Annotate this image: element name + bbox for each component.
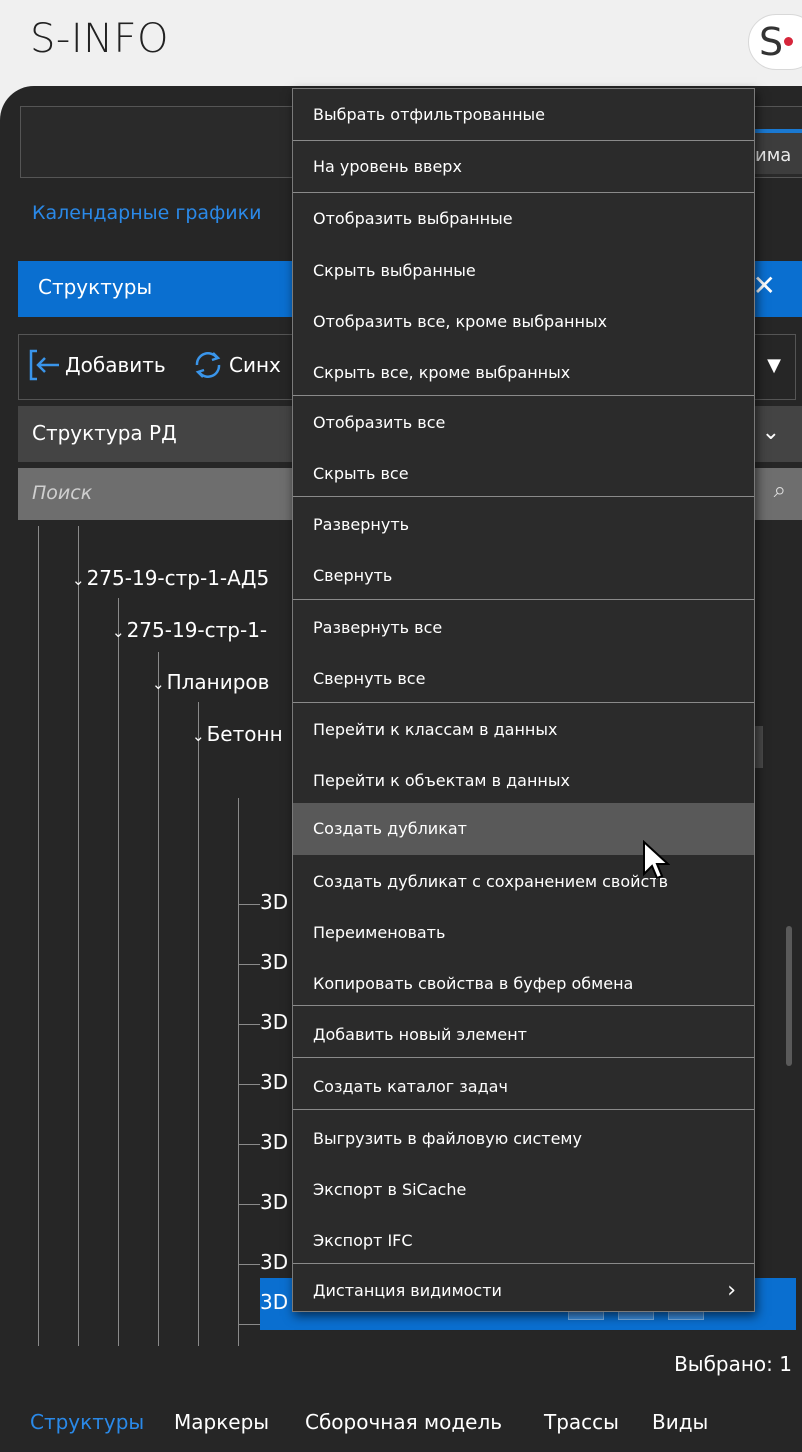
search-icon[interactable]: ⌕ [774, 478, 786, 503]
menu-item-hide-all[interactable]: Скрыть все [293, 448, 754, 500]
menu-item-expand-all[interactable]: Развернуть все [293, 602, 754, 654]
app-logo: S [748, 14, 802, 70]
app-title: S-INFO [30, 16, 170, 62]
tree-connector [238, 1084, 260, 1085]
structure-select-value: Структура РД [32, 421, 177, 445]
structures-panel-title: Структуры [38, 275, 153, 299]
tree-node[interactable]: 3D [260, 1070, 288, 1094]
sync-button[interactable]: Синх [191, 347, 281, 383]
tree-connector [238, 1264, 260, 1265]
tree-connector [238, 1204, 260, 1205]
tree-node-label: 275-19-стр-1-АД5 [86, 566, 270, 590]
tree-node[interactable]: 3D [260, 1250, 288, 1274]
tree-node-label: Бетонн [206, 722, 283, 746]
menu-item-add-new-element[interactable]: Добавить новый элемент [293, 1009, 754, 1061]
menu-separator [293, 1263, 754, 1264]
logo-letter: S [759, 20, 784, 64]
tab-structures[interactable]: Структуры [30, 1410, 144, 1434]
menu-item-create-duplicate[interactable]: Создать дубликат [293, 803, 754, 855]
chevron-down-icon: ⌄ [761, 420, 780, 445]
menu-item-collapse[interactable]: Свернуть [293, 550, 754, 602]
tree-guide [198, 702, 199, 1346]
menu-item-duplicate-with-properties[interactable]: Создать дубликат с сохранением свойств [293, 856, 754, 908]
menu-item-go-to-classes[interactable]: Перейти к классам в данных [293, 704, 754, 756]
tab-markers[interactable]: Маркеры [174, 1410, 269, 1434]
menu-separator [293, 1005, 754, 1006]
context-menu: Выбрать отфильтрованные На уровень вверх… [292, 88, 755, 1312]
add-button[interactable]: Добавить [27, 347, 166, 383]
tree-node[interactable]: 3D [260, 1010, 288, 1034]
menu-item-expand[interactable]: Развернуть [293, 499, 754, 551]
search-placeholder: Поиск [32, 482, 93, 504]
tree-node[interactable]: ⌄ 275-19-стр-1-АД5 [72, 566, 269, 590]
menu-separator [293, 496, 754, 497]
chevron-right-icon: › [727, 1278, 736, 1303]
chevron-down-icon[interactable]: ⌄ [72, 571, 85, 589]
tree-node[interactable]: ⌄ Бетонн [192, 722, 283, 746]
menu-separator [293, 1057, 754, 1058]
tree-connector [238, 1144, 260, 1145]
tree-node[interactable]: ⌄ 275-19-стр-1- [112, 618, 267, 642]
chevron-down-icon[interactable]: ⌄ [112, 623, 125, 641]
menu-item-show-all-except-selected[interactable]: Отобразить все, кроме выбранных [293, 296, 754, 348]
bottom-tabs: Структуры Маркеры Сборочная модель Трасс… [0, 1392, 802, 1452]
tree-connector [238, 1324, 260, 1325]
menu-item-create-task-catalog[interactable]: Создать каталог задач [293, 1061, 754, 1113]
menu-item-export-filesystem[interactable]: Выгрузить в файловую систему [293, 1113, 754, 1165]
filter-icon[interactable]: ▼ [767, 355, 781, 376]
mouse-cursor-icon [643, 840, 670, 880]
menu-item-rename[interactable]: Переименовать [293, 907, 754, 959]
chevron-down-icon[interactable]: ⌄ [192, 727, 205, 745]
tree-node[interactable]: 3D [260, 1130, 288, 1154]
menu-item-copy-properties[interactable]: Копировать свойства в буфер обмена [293, 958, 754, 1010]
add-arrow-icon [29, 349, 59, 381]
tree-node[interactable]: 3D [260, 890, 288, 914]
menu-separator [293, 1109, 754, 1110]
calendar-schedules-link[interactable]: Календарные графики [32, 202, 261, 224]
menu-item-export-ifc[interactable]: Экспорт IFC [293, 1215, 754, 1267]
menu-item-visibility-distance[interactable]: Дистанция видимости › [293, 1265, 754, 1317]
tree-guide [158, 652, 159, 1346]
tree-node[interactable]: 3D [260, 1190, 288, 1214]
menu-item-show-all[interactable]: Отобразить все [293, 397, 754, 449]
menu-separator [293, 599, 754, 600]
tree-connector [238, 1024, 260, 1025]
menu-item-go-to-objects[interactable]: Перейти к объектам в данных [293, 755, 754, 807]
add-button-label: Добавить [65, 353, 166, 377]
menu-item-hide-all-except-selected[interactable]: Скрыть все, кроме выбранных [293, 347, 754, 399]
selected-count: Выбрано: 1 [674, 1352, 792, 1376]
tab-assembly-model[interactable]: Сборочная модель [305, 1410, 502, 1434]
sync-icon [195, 352, 221, 378]
logo-dot [784, 36, 794, 46]
tab-views[interactable]: Виды [652, 1410, 708, 1434]
menu-separator [293, 395, 754, 396]
menu-item-label: Дистанция видимости [313, 1281, 502, 1300]
tree-connector [238, 964, 260, 965]
menu-item-level-up[interactable]: На уровень вверх [293, 141, 754, 193]
tree-guide [38, 526, 39, 1346]
top-tab[interactable]: има [751, 129, 802, 174]
tree-node[interactable]: ⌄ Планиров [152, 670, 269, 694]
menu-item-hide-selected[interactable]: Скрыть выбранные [293, 245, 754, 297]
menu-separator [293, 702, 754, 703]
tree-node-label: 275-19-стр-1- [126, 618, 268, 642]
tree-node-label: Планиров [166, 670, 270, 694]
menu-item-show-selected[interactable]: Отобразить выбранные [293, 193, 754, 245]
chevron-down-icon[interactable]: ⌄ [152, 675, 165, 693]
menu-item-select-filtered[interactable]: Выбрать отфильтрованные [293, 89, 754, 141]
tree-side-indicator [755, 726, 763, 768]
menu-item-export-sicache[interactable]: Экспорт в SiCache [293, 1164, 754, 1216]
tree-node[interactable]: 3D [260, 950, 288, 974]
tab-routes[interactable]: Трассы [544, 1410, 619, 1434]
tree-guide [118, 598, 119, 1346]
menu-item-collapse-all[interactable]: Свернуть все [293, 653, 754, 705]
tree-guide [78, 526, 79, 1346]
tree-connector [238, 904, 260, 905]
close-icon[interactable]: ✕ [753, 269, 776, 302]
sync-button-label: Синх [229, 353, 281, 377]
tree-scrollbar[interactable] [786, 926, 792, 1066]
